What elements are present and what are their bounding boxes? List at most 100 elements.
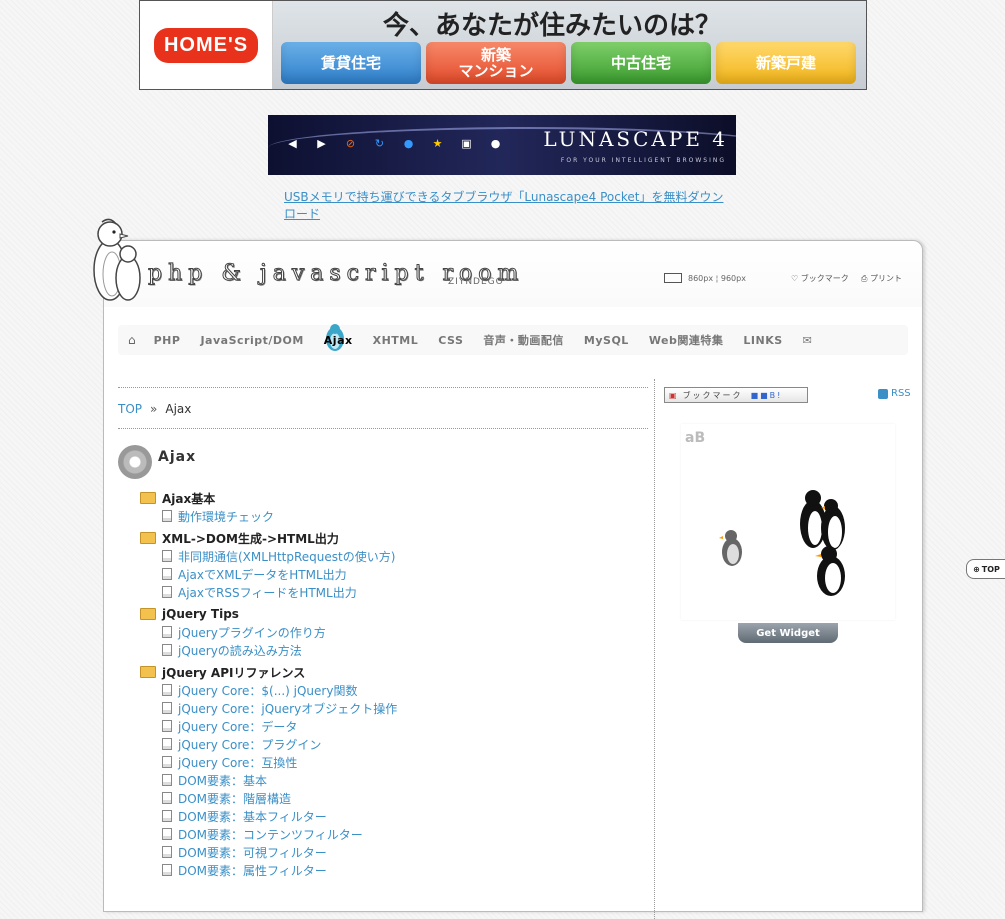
home-icon[interactable]: ⌂ xyxy=(128,333,136,347)
header-print-link[interactable]: ⎙ プリント xyxy=(861,273,902,284)
page-heading: Ajax xyxy=(118,445,648,479)
nav-item-audio-video[interactable]: 音声・動画配信 xyxy=(483,332,564,348)
toc-link[interactable]: DOM要素：可視フィルター xyxy=(162,843,648,861)
browser-toolbar-icons: ◀ ▶ ⊘ ↻ ● ★ ▣ ● xyxy=(286,137,502,150)
toc-link[interactable]: jQuery Core：互換性 xyxy=(162,753,648,771)
toc-section-title: jQuery Tips xyxy=(162,607,239,621)
toc-link[interactable]: DOM要素：属性フィルター xyxy=(162,861,648,879)
print-icon: ▣ xyxy=(461,137,472,150)
document-icon xyxy=(162,756,172,768)
forward-icon: ▶ xyxy=(317,137,326,150)
toc-link[interactable]: DOM要素：基本 xyxy=(162,771,648,789)
penguin-widget[interactable]: aB xyxy=(681,424,895,620)
back-to-top-button[interactable]: ⊕ TOP xyxy=(966,559,1005,579)
site-subtitle: ZIYNDEGO xyxy=(448,277,504,287)
toc-link[interactable]: jQueryの読み込み方法 xyxy=(162,641,648,659)
toc-link[interactable]: DOM要素：コンテンツフィルター xyxy=(162,825,648,843)
rss-icon xyxy=(878,388,888,399)
toc-link[interactable]: jQuery Core：jQueryオブジェクト操作 xyxy=(162,699,648,717)
social-bookmark-button[interactable]: ▣ ブックマーク ■■B! xyxy=(664,387,808,403)
document-icon xyxy=(162,720,172,732)
document-icon xyxy=(162,644,172,656)
toc-section: XML->DOM生成->HTML出力 非同期通信(XMLHttpRequestの… xyxy=(140,529,648,601)
refresh-icon: ↻ xyxy=(374,137,385,150)
homes-logo: HOME'S xyxy=(140,1,273,89)
document-icon xyxy=(162,846,172,858)
play-icon: ● xyxy=(403,137,414,150)
nav-item-php[interactable]: PHP xyxy=(154,334,181,347)
folder-icon xyxy=(140,492,156,504)
document-icon xyxy=(162,568,172,580)
document-icon xyxy=(162,864,172,876)
back-icon: ◀ xyxy=(288,137,297,150)
penguin-small-icon xyxy=(719,530,742,566)
toc-section-title: XML->DOM生成->HTML出力 xyxy=(162,531,339,546)
main-content: TOP » Ajax Ajax Ajax基本 動作環境チェック XML->DOM生成… xyxy=(118,387,648,883)
nav-item-web-features[interactable]: Web関連特集 xyxy=(649,332,724,348)
document-icon xyxy=(162,774,172,786)
document-icon xyxy=(162,510,172,522)
folder-icon xyxy=(140,532,156,544)
toc-link[interactable]: AjaxでXMLデータをHTML出力 xyxy=(162,565,648,583)
width-options[interactable]: 860px ¦ 960px xyxy=(688,274,746,283)
toc-section-title: Ajax基本 xyxy=(162,491,216,506)
toc-section: jQuery Tips jQueryプラグインの作り方 jQueryの読み込み方… xyxy=(140,605,648,659)
lunascape-download-link[interactable]: USBメモリで持ち運びできるタブブラウザ「Lunascape4 Pocket」を… xyxy=(284,188,724,222)
penguin-walking-icon xyxy=(815,546,845,596)
toc-link[interactable]: 動作環境チェック xyxy=(162,507,648,525)
width-switcher[interactable]: 860px ¦ 960px xyxy=(664,273,746,283)
toc-link[interactable]: jQuery Core：プラグイン xyxy=(162,735,648,753)
document-icon xyxy=(162,810,172,822)
breadcrumb-separator: » xyxy=(150,402,158,416)
homes-used-house-button[interactable]: 中古住宅 xyxy=(571,42,711,84)
homes-new-house-button[interactable]: 新築戸建 xyxy=(716,42,856,84)
mail-icon[interactable]: ✉ xyxy=(803,334,813,347)
toc-link[interactable]: DOM要素：基本フィルター xyxy=(162,807,648,825)
toc-section: jQuery APIリファレンス jQuery Core：$(...) jQue… xyxy=(140,663,648,879)
nav-item-ajax[interactable]: Ajax xyxy=(324,323,353,351)
breadcrumb-top-link[interactable]: TOP xyxy=(118,402,142,416)
nav-item-xhtml[interactable]: XHTML xyxy=(373,334,419,347)
nav-item-css[interactable]: CSS xyxy=(438,334,463,347)
toc-link[interactable]: jQuery Core：$(...) jQuery関数 xyxy=(162,681,648,699)
rss-link[interactable]: RSS xyxy=(878,388,911,399)
document-icon xyxy=(162,684,172,696)
lunascape-logo: LUNASCAPE 4 xyxy=(543,127,728,151)
nav-item-javascript-dom[interactable]: JavaScript/DOM xyxy=(200,334,303,347)
header-bookmark-link[interactable]: ♡ ブックマーク xyxy=(791,273,849,284)
penguin-mascot-logo[interactable] xyxy=(86,218,148,304)
nav-item-links[interactable]: LINKS xyxy=(743,334,782,347)
site-header: php & javascript room ZIYNDEGO 860px ¦ 9… xyxy=(104,241,922,307)
chat-icon: ● xyxy=(490,137,501,150)
document-icon xyxy=(162,702,172,714)
lunascape-ad-banner[interactable]: ◀ ▶ ⊘ ↻ ● ★ ▣ ● LUNASCAPE 4 FOR YOUR INT… xyxy=(268,115,736,175)
document-icon xyxy=(162,792,172,804)
toc-link[interactable]: jQueryプラグインの作り方 xyxy=(162,623,648,641)
stop-icon: ⊘ xyxy=(345,137,356,150)
main-panel: php & javascript room ZIYNDEGO 860px ¦ 9… xyxy=(103,240,923,919)
toc-link[interactable]: jQuery Core：データ xyxy=(162,717,648,735)
folder-icon xyxy=(140,608,156,620)
get-widget-button[interactable]: Get Widget xyxy=(738,623,838,643)
width-icon xyxy=(664,273,682,283)
toc-section: Ajax基本 動作環境チェック xyxy=(140,489,648,525)
homes-rental-button[interactable]: 賃貸住宅 xyxy=(281,42,421,84)
homes-ad-banner[interactable]: HOME'S 今、あなたが住みたいのは？ 賃貸住宅 新築 マンション 中古住宅 … xyxy=(139,0,867,90)
toc-link[interactable]: 非同期通信(XMLHttpRequestの使い方) xyxy=(162,547,648,565)
toc-link[interactable]: DOM要素：階層構造 xyxy=(162,789,648,807)
toc-link[interactable]: AjaxでRSSフィードをHTML出力 xyxy=(162,583,648,601)
homes-new-mansion-button[interactable]: 新築 マンション xyxy=(426,42,566,84)
sidebar-divider xyxy=(654,379,655,919)
breadcrumb: TOP » Ajax xyxy=(118,388,648,428)
divider xyxy=(118,428,648,429)
nav-item-mysql[interactable]: MySQL xyxy=(584,334,629,347)
main-nav: ⌂ PHP JavaScript/DOM Ajax XHTML CSS 音声・動… xyxy=(118,323,908,355)
document-icon xyxy=(162,586,172,598)
document-icon xyxy=(162,828,172,840)
top-arrow-icon: ⊕ xyxy=(973,564,980,574)
lunascape-tagline: FOR YOUR INTELLIGENT BROWSING xyxy=(560,157,726,164)
gear-icon xyxy=(118,445,152,479)
table-of-contents: Ajax基本 動作環境チェック XML->DOM生成->HTML出力 非同期通信… xyxy=(140,489,648,879)
widget-badge: aB xyxy=(685,430,706,446)
homes-ad-body: 今、あなたが住みたいのは？ 賃貸住宅 新築 マンション 中古住宅 新築戸建 xyxy=(273,1,866,89)
